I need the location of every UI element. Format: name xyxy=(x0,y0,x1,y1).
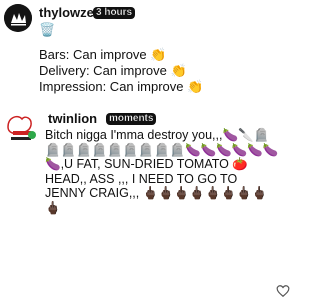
heart-outline-icon[interactable] xyxy=(276,284,290,298)
comment-line: Impression: Can improve 👏 xyxy=(39,79,204,94)
avatar-logo-icon xyxy=(4,4,32,32)
comment-timestamp: moments xyxy=(106,113,157,125)
comment-item: twinlion moments Bitch nigga I'mma destr… xyxy=(0,104,300,300)
avatar[interactable] xyxy=(4,4,32,32)
comment-item: thylowzeen 3 hours 🗑️ Bars: Can improve … xyxy=(0,0,300,100)
comment-text: Bitch nigga I'mma destroy you,,,🍆🔪🪦🪦🪦🪦🪦🪦… xyxy=(45,128,279,215)
trash-emoji: 🗑️ xyxy=(39,22,56,37)
comment-line: Bars: Can improve 👏 xyxy=(39,47,167,62)
comment-timestamp: 3 hours xyxy=(93,7,136,19)
comment-line: Delivery: Can improve 👏 xyxy=(39,63,187,78)
comment-username[interactable]: twinlion xyxy=(48,111,97,126)
avatar[interactable] xyxy=(2,111,38,147)
avatar-logo-icon xyxy=(7,115,36,140)
